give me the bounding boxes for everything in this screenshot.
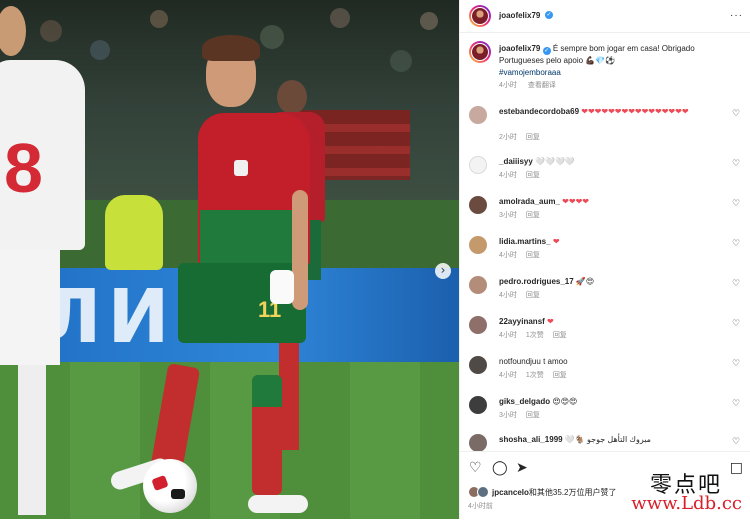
comment-like-icon[interactable]: ♡: [732, 159, 740, 169]
shirt-number: 8: [4, 129, 43, 207]
comment-text: 🤍🤍🤍🤍: [535, 157, 575, 166]
comment-username[interactable]: estebandecordoba69: [499, 107, 579, 116]
comment-like-icon[interactable]: ♡: [732, 359, 740, 369]
comment-item: notfoundjuu t amoo 4小时 1次赞 回复 ♡: [468, 355, 750, 383]
comment-time: 4小时: [499, 332, 517, 339]
commenter-avatar[interactable]: [469, 156, 487, 174]
reply-button[interactable]: 回复: [526, 172, 540, 179]
post-time: 4小时前: [468, 503, 493, 510]
comment-bubble-icon[interactable]: ◯: [492, 460, 508, 476]
comments-scroll-area[interactable]: joaofelix79 ✓ É sempre bom jogar em casa…: [460, 33, 750, 451]
share-paper-plane-icon[interactable]: ➤: [516, 460, 528, 476]
comment-username[interactable]: lidia.martins_: [499, 237, 551, 246]
comment-like-icon[interactable]: ♡: [732, 437, 740, 447]
likes-summary[interactable]: jpcancelo和其他35.2万位用户赞了: [492, 487, 616, 498]
caption-username[interactable]: joaofelix79: [499, 44, 540, 53]
opponent-player: 8: [0, 0, 100, 519]
comment-username[interactable]: _daiiisyy: [499, 157, 533, 166]
comment-username[interactable]: amolrada_aum_: [499, 197, 560, 206]
comment-time: 3小时: [499, 412, 517, 419]
comment-like-icon[interactable]: ♡: [732, 319, 740, 329]
commenter-avatar[interactable]: [469, 434, 487, 451]
comment-item: 22ayyinansf ❤ 4小时 1次赞 回复 ♡: [468, 315, 750, 343]
comment-username[interactable]: giks_delgado: [499, 397, 550, 406]
football: [143, 459, 197, 513]
comment-time: 4小时: [499, 252, 517, 259]
caption-avatar[interactable]: [469, 41, 491, 63]
reply-button[interactable]: 回复: [553, 372, 567, 379]
comment-item: _daiiisyy 🤍🤍🤍🤍 4小时 回复 ♡: [468, 155, 750, 183]
comment-text: ❤: [547, 317, 554, 326]
see-translation-link[interactable]: 查看翻译: [528, 82, 556, 89]
reply-button[interactable]: 回复: [526, 412, 540, 419]
commenter-avatar[interactable]: [469, 196, 487, 214]
post-photo[interactable]: ЛИН 8 11 ›: [0, 0, 459, 519]
comment-item: shosha_ali_1999 🤍🐐 مبروك التأهل جوجو ♡: [468, 433, 750, 451]
comment-text: ❤❤❤❤❤❤❤❤❤❤❤❤❤❤❤❤: [581, 107, 689, 116]
reply-button[interactable]: 回复: [526, 252, 540, 259]
commenter-avatar[interactable]: [469, 316, 487, 334]
comment-item: estebandecordoba69 ❤❤❤❤❤❤❤❤❤❤❤❤❤❤❤❤ 2小时 回…: [468, 105, 750, 141]
comment-time: 4小时: [499, 372, 517, 379]
commenter-avatar[interactable]: [469, 396, 487, 414]
likes-count-text[interactable]: 和其他35.2万位用户赞了: [529, 488, 617, 497]
comment-like-icon[interactable]: ♡: [732, 279, 740, 289]
comment-item: pedro.rodrigues_17 🚀😍 4小时 回复 ♡: [468, 275, 750, 303]
comment-time: 2小时: [499, 134, 517, 141]
reply-button[interactable]: 回复: [553, 332, 567, 339]
like-heart-icon[interactable]: ♡: [469, 460, 482, 476]
more-options-icon[interactable]: ···: [730, 10, 743, 21]
caption-hashtag[interactable]: #vamojemboraaa: [499, 68, 561, 77]
reply-button[interactable]: 回复: [526, 212, 540, 219]
commenter-avatar[interactable]: [469, 106, 487, 124]
caption-time: 4小时: [499, 82, 517, 89]
comment-text: ❤: [552, 237, 560, 246]
comment-time: 4小时: [499, 292, 517, 299]
comment-like-icon[interactable]: ♡: [732, 199, 740, 209]
author-username[interactable]: joaofelix79: [499, 11, 540, 20]
comment-text: t amoo: [543, 357, 568, 366]
comment-like-count[interactable]: 1次赞: [526, 372, 544, 379]
commenter-avatar[interactable]: [469, 276, 487, 294]
post-header: joaofelix79 ✓ ···: [460, 0, 750, 33]
comment-item: lidia.martins_ ❤ 4小时 回复 ♡: [468, 235, 750, 263]
comment-item: amolrada_aum_ ❤❤❤❤ 3小时 回复 ♡: [468, 195, 750, 223]
liker-avatars: [468, 486, 490, 498]
instagram-post: ЛИН 8 11 › joaofelix79 ✓ ··· joaofelix79…: [0, 0, 750, 520]
comment-username[interactable]: notfoundjuu: [499, 357, 541, 366]
watermark: 零点吧 www.Ldb.cc: [626, 467, 746, 517]
comment-like-icon[interactable]: ♡: [732, 109, 740, 119]
main-player: 11: [108, 35, 320, 515]
caption-verified-icon: ✓: [542, 47, 551, 55]
comment-like-count[interactable]: 1次赞: [526, 332, 544, 339]
reply-button[interactable]: 回复: [526, 134, 540, 141]
comment-like-icon[interactable]: ♡: [732, 399, 740, 409]
comment-like-icon[interactable]: ♡: [732, 239, 740, 249]
author-avatar[interactable]: [469, 5, 491, 27]
next-photo-button[interactable]: ›: [435, 263, 451, 279]
comment-text: 🚀😍: [575, 277, 595, 286]
watermark-url: www.Ldb.cc: [631, 493, 742, 514]
caption: joaofelix79 ✓ É sempre bom jogar em casa…: [499, 43, 719, 92]
comment-item: giks_delgado 😍😍😍 3小时 回复 ♡: [468, 395, 750, 423]
comment-username[interactable]: pedro.rodrigues_17: [499, 277, 574, 286]
comment-time: 3小时: [499, 212, 517, 219]
commenter-avatar[interactable]: [469, 356, 487, 374]
comment-username[interactable]: shosha_ali_1999: [499, 435, 563, 444]
comment-text: 🤍🐐 مبروك التأهل جوجو: [564, 435, 651, 444]
commenter-avatar[interactable]: [469, 236, 487, 254]
reply-button[interactable]: 回复: [526, 292, 540, 299]
comment-text: 😍😍😍: [552, 397, 578, 406]
comment-text: ❤❤❤❤: [562, 197, 589, 206]
comment-time: 4小时: [499, 172, 517, 179]
post-side-panel: joaofelix79 ✓ ··· joaofelix79 ✓ É sempre…: [459, 0, 750, 520]
liker-name[interactable]: jpcancelo: [492, 488, 529, 497]
comment-username[interactable]: 22ayyinansf: [499, 317, 545, 326]
verified-icon: ✓: [545, 11, 553, 19]
